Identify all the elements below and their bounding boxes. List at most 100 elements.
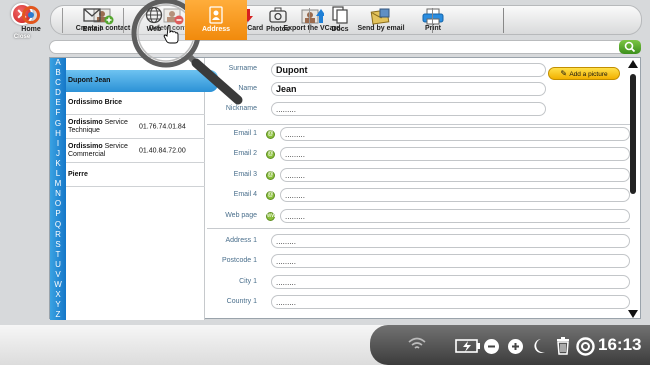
alphabet-letter-f[interactable]: F (50, 108, 66, 118)
nickname-label: Nickname (225, 105, 257, 112)
address1-label: Address 1 (225, 237, 257, 244)
divider (123, 8, 124, 33)
search-icon (624, 41, 636, 53)
alphabet-letter-m[interactable]: M (50, 179, 66, 189)
email3-field[interactable] (280, 168, 630, 182)
search-button[interactable] (619, 40, 641, 54)
contact-name: Ordissimo Brice (68, 99, 123, 106)
contact-name-bold: Ordissimo (68, 142, 103, 150)
alphabet-letter-w[interactable]: W (50, 280, 66, 290)
postcode1-field[interactable] (271, 254, 630, 268)
taskbar-web[interactable]: Web (128, 0, 180, 40)
taskbar-photos[interactable]: Photos (252, 0, 304, 40)
search-input[interactable] (49, 40, 641, 54)
alphabet-letter-e[interactable]: E (50, 98, 66, 108)
alphabet-index: ABCDEFGHIJKLMNOPQRSTUVWXYZ (50, 58, 66, 320)
webpage-field[interactable] (280, 209, 630, 223)
alphabet-letter-i[interactable]: I (50, 139, 66, 149)
alphabet-letter-a[interactable]: A (50, 58, 66, 68)
taskbar-docs[interactable]: Docs (314, 0, 366, 40)
email2-status-icon[interactable]: @ (266, 150, 275, 159)
alphabet-letter-h[interactable]: H (50, 129, 66, 139)
email1-status-icon[interactable]: @ (266, 130, 275, 139)
webpage-status-icon[interactable]: www (266, 212, 280, 221)
name-field[interactable] (271, 82, 546, 96)
alphabet-letter-l[interactable]: L (50, 169, 66, 179)
email-icon (83, 8, 101, 22)
contact-name: Ordissimo Service Technique (68, 119, 138, 135)
scroll-up-arrow-icon[interactable] (627, 60, 638, 68)
alphabet-letter-x[interactable]: X (50, 290, 66, 300)
alphabet-letter-r[interactable]: R (50, 230, 66, 240)
help-lifebuoy-icon[interactable] (576, 337, 595, 356)
nickname-field[interactable] (271, 102, 546, 116)
taskbar-photos-label: Photos (266, 26, 290, 33)
divider (503, 8, 504, 33)
alphabet-letter-n[interactable]: N (50, 189, 66, 199)
taskbar-docs-label: Docs (331, 26, 349, 33)
email1-field[interactable] (280, 127, 630, 141)
country1-field[interactable] (271, 295, 630, 309)
contact-row-pierre[interactable]: Pierre (66, 163, 205, 187)
address-book-icon (209, 6, 223, 24)
contact-name: Pierre (68, 170, 88, 178)
alphabet-letter-d[interactable]: D (50, 88, 66, 98)
alphabet-letter-y[interactable]: Y (50, 300, 66, 310)
name-label: Name (238, 85, 257, 92)
email3-status-icon[interactable]: @ (266, 171, 275, 180)
send-email-icon (370, 8, 390, 25)
printer-icon (422, 8, 444, 25)
contact-row-service-technique[interactable]: Ordissimo Service Technique 01.76.74.01.… (66, 115, 205, 139)
alphabet-letter-o[interactable]: O (50, 199, 66, 209)
alphabet-letter-p[interactable]: P (50, 209, 66, 219)
webpage-label: Web page (225, 212, 257, 219)
contact-name: Dupont Jean (68, 77, 111, 84)
volume-up-icon[interactable] (507, 338, 524, 355)
battery-charging-icon[interactable] (455, 339, 481, 353)
alphabet-letter-c[interactable]: C (50, 78, 66, 88)
divider (432, 8, 433, 33)
night-mode-icon[interactable] (532, 338, 546, 355)
taskbar-email[interactable]: Email (66, 0, 118, 40)
alphabet-letter-v[interactable]: V (50, 270, 66, 280)
alphabet-letter-j[interactable]: J (50, 149, 66, 159)
contact-form: Surname Name Nickname Email 1 @ Email 2 … (205, 58, 630, 320)
contact-row-ordissimo-brice[interactable]: Ordissimo Brice (66, 92, 205, 115)
taskbar-email-label: Email (82, 26, 102, 33)
add-picture-button[interactable]: ✎ Add a picture (548, 67, 620, 80)
contact-row-service-commercial[interactable]: Ordissimo Service Commercial 01.40.84.72… (66, 139, 205, 163)
print-button[interactable]: Print (415, 8, 451, 36)
divider (207, 124, 630, 125)
alphabet-letter-s[interactable]: S (50, 240, 66, 250)
taskbar-home[interactable]: Home (8, 0, 54, 40)
city1-field[interactable] (271, 275, 630, 289)
trash-icon[interactable] (555, 337, 571, 355)
contact-name-bold: Ordissimo (68, 118, 103, 126)
alphabet-letter-z[interactable]: Z (50, 310, 66, 320)
clock: 16:13 (598, 335, 642, 354)
alphabet-letter-t[interactable]: T (50, 250, 66, 260)
scroll-thumb[interactable] (629, 74, 636, 194)
home-icon (22, 6, 40, 24)
email2-field[interactable] (280, 147, 630, 161)
alphabet-letter-k[interactable]: K (50, 159, 66, 169)
camera-icon (269, 7, 287, 23)
email4-field[interactable] (280, 188, 630, 202)
email2-label: Email 2 (233, 150, 257, 157)
surname-field[interactable] (271, 63, 546, 77)
volume-down-icon[interactable] (483, 338, 500, 355)
add-picture-label: Add a picture (569, 71, 608, 78)
alphabet-letter-g[interactable]: G (50, 119, 66, 129)
scrollbar[interactable] (627, 60, 638, 318)
alphabet-letter-q[interactable]: Q (50, 220, 66, 230)
alphabet-letter-u[interactable]: U (50, 260, 66, 270)
surname-label: Surname (228, 65, 257, 72)
taskbar-address[interactable]: Address (185, 0, 247, 40)
address1-field[interactable] (271, 234, 630, 248)
scroll-down-arrow-icon[interactable] (627, 310, 638, 318)
wifi-icon[interactable] (408, 337, 426, 351)
email4-status-icon[interactable]: @ (266, 191, 275, 200)
contact-row-dupont-jean[interactable]: Dupont Jean (66, 70, 218, 92)
alphabet-letter-b[interactable]: B (50, 68, 66, 78)
city1-label: City 1 (239, 278, 257, 285)
